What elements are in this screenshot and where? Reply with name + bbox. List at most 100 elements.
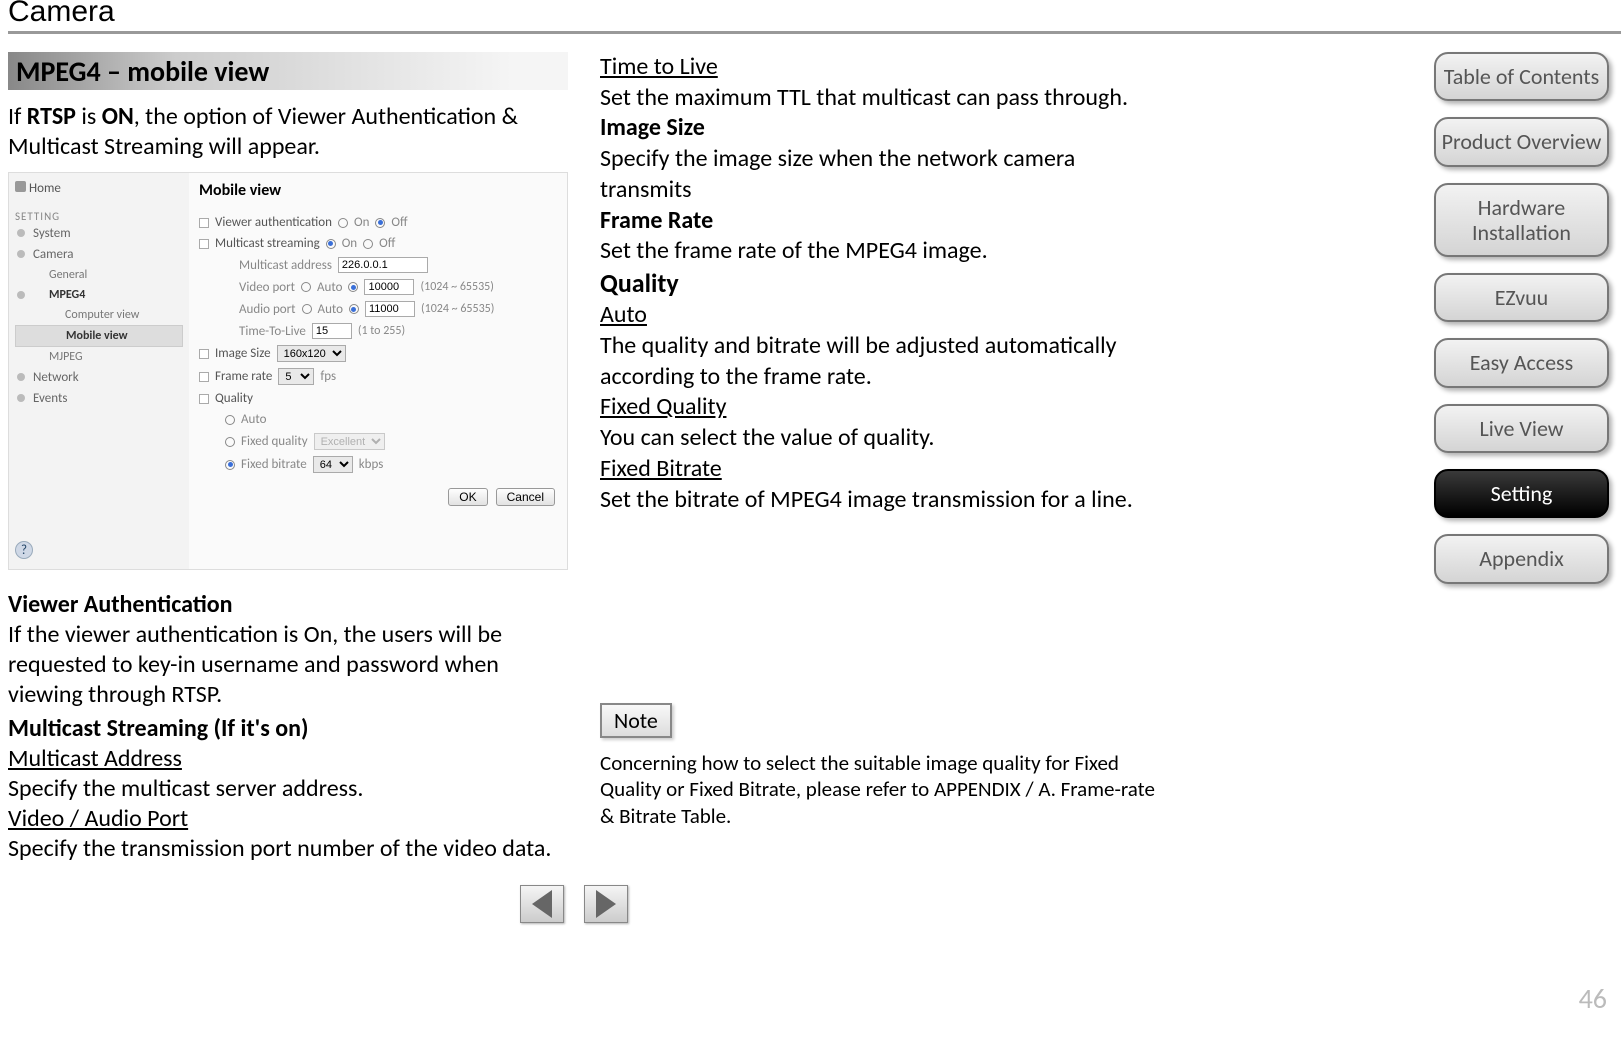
page-title: Camera: [8, 0, 125, 28]
fb-text: Set the bitrate of MPEG4 image transmiss…: [600, 485, 1150, 516]
radio-aport-manual[interactable]: [349, 304, 359, 314]
page-nav-arrows: [520, 885, 628, 923]
checkbox-icon: [199, 394, 209, 404]
radio-va-on[interactable]: [338, 218, 348, 228]
right-column-text: Time to Live Set the maximum TTL that mu…: [600, 52, 1150, 515]
cancel-button[interactable]: Cancel: [496, 488, 555, 506]
label-auto: Auto: [318, 302, 343, 317]
nav-general[interactable]: General: [15, 265, 183, 285]
nav-easy-access[interactable]: Easy Access: [1434, 338, 1609, 387]
is-text: Specify the image size when the network …: [600, 144, 1150, 205]
nav-camera[interactable]: Camera: [15, 244, 183, 265]
label-off: Off: [379, 236, 395, 251]
nav-setting[interactable]: Setting: [1434, 469, 1609, 518]
radio-aport-auto[interactable]: [302, 304, 312, 314]
label-multicast-addr: Multicast address: [239, 258, 332, 273]
checkbox-icon: [199, 218, 209, 228]
fr-text: Set the frame rate of the MPEG4 image.: [600, 236, 1150, 267]
ma-title: Multicast Address: [8, 744, 568, 774]
nav-mpeg4[interactable]: MPEG4: [15, 285, 183, 305]
radio-q-fixed-quality[interactable]: [225, 437, 235, 447]
note-badge: Note: [600, 703, 672, 738]
hint-ttl-range: (1 to 255): [358, 324, 405, 338]
radio-q-auto[interactable]: [225, 415, 235, 425]
vap-text: Specify the transmission port number of …: [8, 834, 568, 864]
nav-hardware[interactable]: Hardware Installation: [1434, 183, 1609, 258]
intro-text: If RTSP is ON, the option of Viewer Auth…: [8, 102, 558, 162]
label-off: Off: [391, 215, 407, 230]
nav-system[interactable]: System: [15, 223, 183, 244]
radio-ms-on[interactable]: [326, 239, 336, 249]
checkbox-icon: [199, 349, 209, 359]
radio-vport-manual[interactable]: [348, 282, 358, 292]
select-image-size[interactable]: 160x120: [277, 345, 346, 362]
settings-screenshot: Home SETTING System Camera General MPEG4…: [8, 172, 568, 570]
label-image-size: Image Size: [215, 346, 271, 361]
nav-toc[interactable]: Table of Contents: [1434, 52, 1609, 101]
select-frame-rate[interactable]: 5: [278, 368, 314, 385]
fq-text: You can select the value of quality.: [600, 423, 1150, 454]
input-ttl[interactable]: [312, 323, 352, 339]
screenshot-title: Mobile view: [199, 181, 561, 200]
radio-q-fixed-bitrate[interactable]: [225, 460, 235, 470]
next-page-button[interactable]: [584, 885, 628, 923]
is-title: Image Size: [600, 113, 1150, 144]
page-number: 46: [1579, 981, 1607, 1016]
help-icon[interactable]: ?: [15, 541, 33, 559]
label-kbps: kbps: [359, 457, 384, 472]
checkbox-icon: [199, 372, 209, 382]
radio-ms-off[interactable]: [363, 239, 373, 249]
label-q-fixed-quality: Fixed quality: [241, 434, 308, 449]
ttl-text: Set the maximum TTL that multicast can p…: [600, 83, 1150, 114]
label-ttl: Time-To-Live: [239, 324, 306, 339]
hint-port-range: (1024 ~ 65535): [421, 302, 494, 316]
input-audio-port[interactable]: [365, 301, 415, 317]
label-quality: Quality: [215, 391, 253, 406]
nav-overview[interactable]: Product Overview: [1434, 117, 1609, 166]
nav-appendix[interactable]: Appendix: [1434, 534, 1609, 583]
intro-rtsp: RTSP: [27, 102, 76, 131]
page-header: Camera: [8, 0, 1621, 34]
arrow-right-icon: [596, 890, 616, 918]
select-fixed-quality[interactable]: Excellent: [314, 433, 385, 450]
checkbox-icon: [199, 239, 209, 249]
label-video-port: Video port: [239, 280, 295, 295]
input-multicast-addr[interactable]: [338, 257, 428, 273]
vap-title: Video / Audio Port: [8, 804, 568, 834]
nav-mjpeg[interactable]: MJPEG: [15, 347, 183, 367]
ma-text: Specify the multicast server address.: [8, 774, 568, 804]
nav-home[interactable]: Home: [15, 179, 183, 198]
prev-page-button[interactable]: [520, 885, 564, 923]
nav-mobile-view[interactable]: Mobile view: [15, 325, 183, 347]
fq-title: Fixed Quality: [600, 392, 1150, 423]
label-auto: Auto: [317, 280, 342, 295]
screenshot-main: Mobile view Viewer authentication On Off…: [199, 181, 561, 506]
label-fps: fps: [320, 369, 336, 384]
hint-port-range: (1024 ~ 65535): [420, 280, 493, 294]
label-q-fixed-bitrate: Fixed bitrate: [241, 457, 307, 472]
left-column-text: Viewer Authentication If the viewer auth…: [8, 590, 568, 864]
label-on: On: [354, 215, 369, 230]
fb-title: Fixed Bitrate: [600, 454, 1150, 485]
intro-mid: is: [76, 102, 102, 131]
nav-live-view[interactable]: Live View: [1434, 404, 1609, 453]
ttl-title: Time to Live: [600, 52, 1150, 83]
fr-title: Frame Rate: [600, 206, 1150, 237]
input-video-port[interactable]: [364, 279, 414, 295]
nav-setting-label: SETTING: [15, 210, 183, 223]
arrow-left-icon: [532, 890, 552, 918]
nav-events[interactable]: Events: [15, 388, 183, 409]
radio-vport-auto[interactable]: [301, 282, 311, 292]
note-text: Concerning how to select the suitable im…: [600, 750, 1160, 829]
nav-network[interactable]: Network: [15, 367, 183, 388]
nav-computer-view[interactable]: Computer view: [15, 305, 183, 325]
q-title: Quality: [600, 267, 1150, 300]
label-q-auto: Auto: [241, 412, 266, 427]
label-frame-rate: Frame rate: [215, 369, 272, 384]
radio-va-off[interactable]: [375, 218, 385, 228]
label-audio-port: Audio port: [239, 302, 296, 317]
sidebar-nav: Table of Contents Product Overview Hardw…: [1434, 52, 1609, 584]
ok-button[interactable]: OK: [448, 488, 487, 506]
select-fixed-bitrate[interactable]: 64: [313, 456, 353, 473]
nav-ezvuu[interactable]: EZvuu: [1434, 273, 1609, 322]
